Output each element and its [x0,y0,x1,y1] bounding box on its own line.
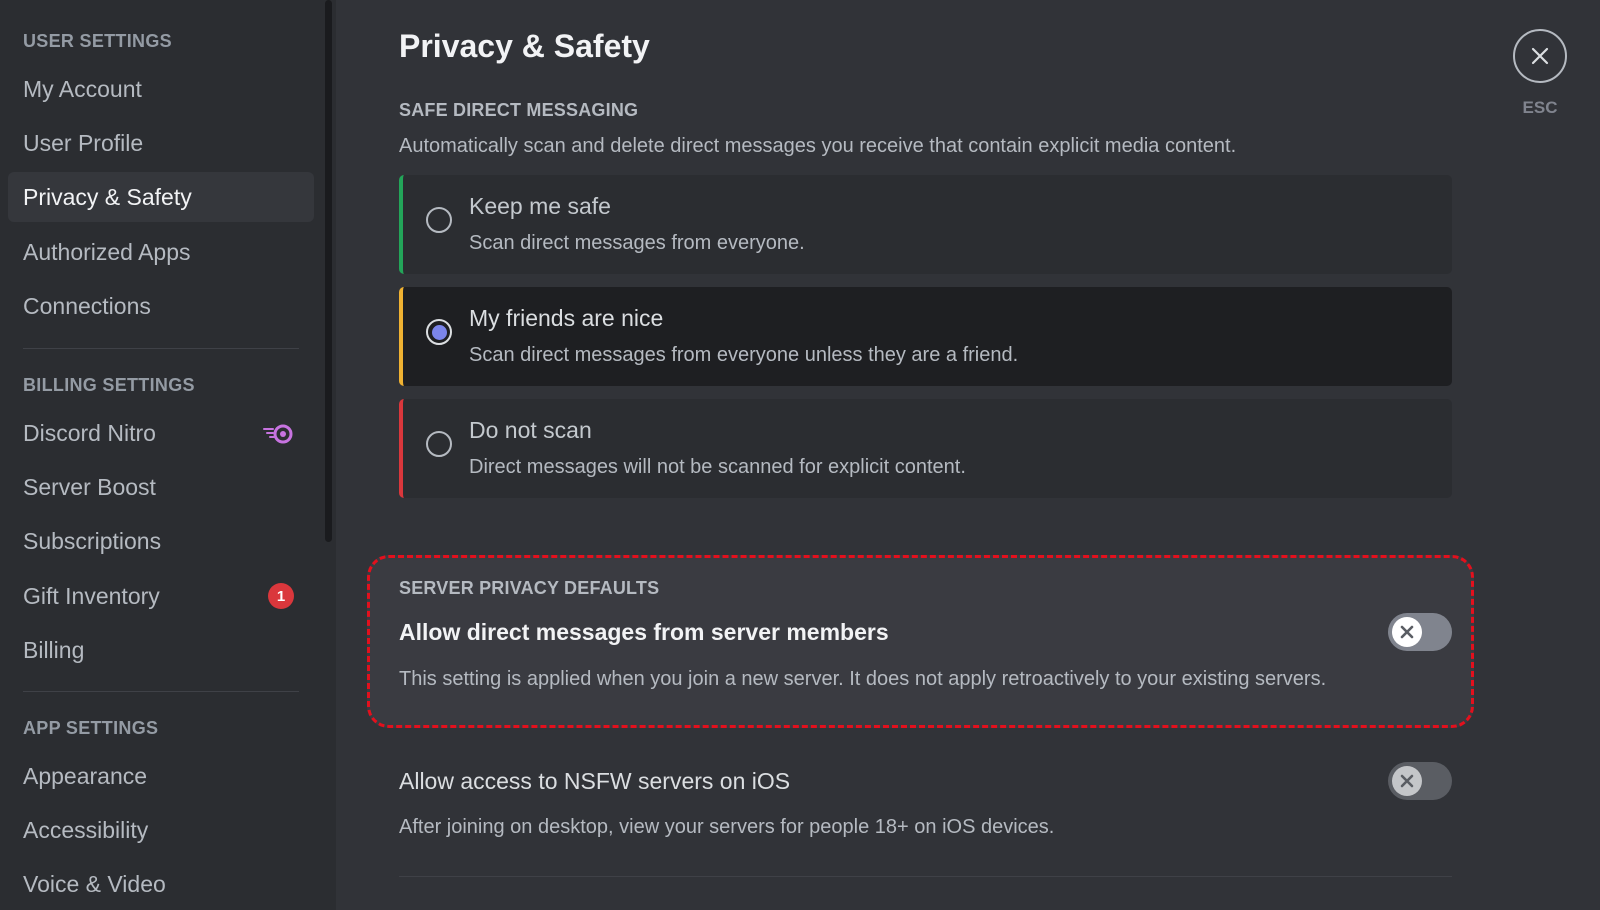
nsfw-ios-toggle[interactable] [1388,762,1452,800]
sidebar-item-label: Gift Inventory [23,582,160,609]
sidebar-item-label: Voice & Video [23,870,166,897]
allow-dm-setting-title: Allow direct messages from server member… [399,619,889,645]
nsfw-ios-description: After joining on desktop, view your serv… [399,816,1055,838]
sidebar-item-my-account[interactable]: My Account [8,64,314,114]
section-divider [399,876,1452,877]
sidebar-scrollbar[interactable] [325,0,332,542]
option-title: Do not scan [469,417,592,443]
settings-sidebar: User Settings My Account User Profile Pr… [0,0,336,910]
radio-button[interactable] [426,431,452,457]
nsfw-ios-setting-title: Allow access to NSFW servers on iOS [399,768,791,794]
sidebar-item-label: Discord Nitro [23,419,156,446]
close-icon [1531,47,1549,65]
sidebar-item-discord-nitro[interactable]: Discord Nitro [8,408,314,458]
option-title: My friends are nice [469,305,664,331]
esc-label: ESC [1522,98,1558,117]
allow-dm-description: This setting is applied when you join a … [399,668,1327,690]
sidebar-item-label: Appearance [23,762,148,789]
option-description: Direct messages will not be scanned for … [469,456,966,478]
sidebar-item-label: Connections [23,292,151,319]
option-title: Keep me safe [469,193,611,219]
sidebar-item-billing[interactable]: Billing [8,625,314,675]
settings-content: Privacy & Safety Safe Direct Messaging A… [336,0,1600,910]
radio-button-selected[interactable] [426,319,452,345]
notification-badge: 1 [268,583,294,609]
server-privacy-header: Server Privacy Defaults [399,578,660,598]
sidebar-item-label: User Profile [23,129,144,156]
sidebar-item-label: Billing [23,636,85,663]
settings-window: User Settings My Account User Profile Pr… [0,0,1600,910]
sidebar-item-privacy-safety[interactable]: Privacy & Safety [8,172,314,222]
option-description: Scan direct messages from everyone. [469,232,805,254]
nitro-icon [262,421,294,445]
sidebar-item-authorized-apps[interactable]: Authorized Apps [8,227,314,277]
close-icon [1400,774,1414,788]
allow-dm-toggle[interactable] [1388,613,1452,651]
sidebar-item-label: Accessibility [23,816,149,843]
sidebar-divider [23,348,299,349]
billing-settings-header: Billing Settings [23,375,195,395]
radio-dot [431,324,447,340]
sidebar-item-server-boost[interactable]: Server Boost [8,462,314,512]
safe-dm-option-keep-me-safe[interactable]: Keep me safe Scan direct messages from e… [399,175,1452,274]
sidebar-divider [23,691,299,692]
safe-dm-option-do-not-scan[interactable]: Do not scan Direct messages will not be … [399,399,1452,498]
safe-dm-header: Safe Direct Messaging [399,100,639,120]
sidebar-item-user-profile[interactable]: User Profile [8,118,314,168]
page-title: Privacy & Safety [399,28,650,64]
close-button[interactable] [1513,29,1567,83]
sidebar-item-label: Privacy & Safety [23,183,192,210]
sidebar-item-connections[interactable]: Connections [8,281,314,331]
sidebar-item-label: Server Boost [23,473,156,500]
sidebar-item-appearance[interactable]: Appearance [8,751,314,801]
sidebar-item-label: My Account [23,75,142,102]
option-description: Scan direct messages from everyone unles… [469,344,1019,366]
sidebar-item-subscriptions[interactable]: Subscriptions [8,516,314,566]
safe-dm-option-friends-nice[interactable]: My friends are nice Scan direct messages… [399,287,1452,386]
close-icon [1400,625,1414,639]
sidebar-item-voice-video[interactable]: Voice & Video [8,859,314,909]
sidebar-item-label: Authorized Apps [23,238,191,265]
user-settings-header: User Settings [23,31,172,51]
app-settings-header: App Settings [23,718,159,738]
safe-dm-description: Automatically scan and delete direct mes… [399,135,1237,157]
radio-button[interactable] [426,207,452,233]
sidebar-item-accessibility[interactable]: Accessibility [8,805,314,855]
sidebar-item-gift-inventory[interactable]: Gift Inventory 1 [8,571,314,621]
toggle-knob [1392,617,1422,647]
sidebar-item-label: Subscriptions [23,527,162,554]
toggle-knob [1392,766,1422,796]
